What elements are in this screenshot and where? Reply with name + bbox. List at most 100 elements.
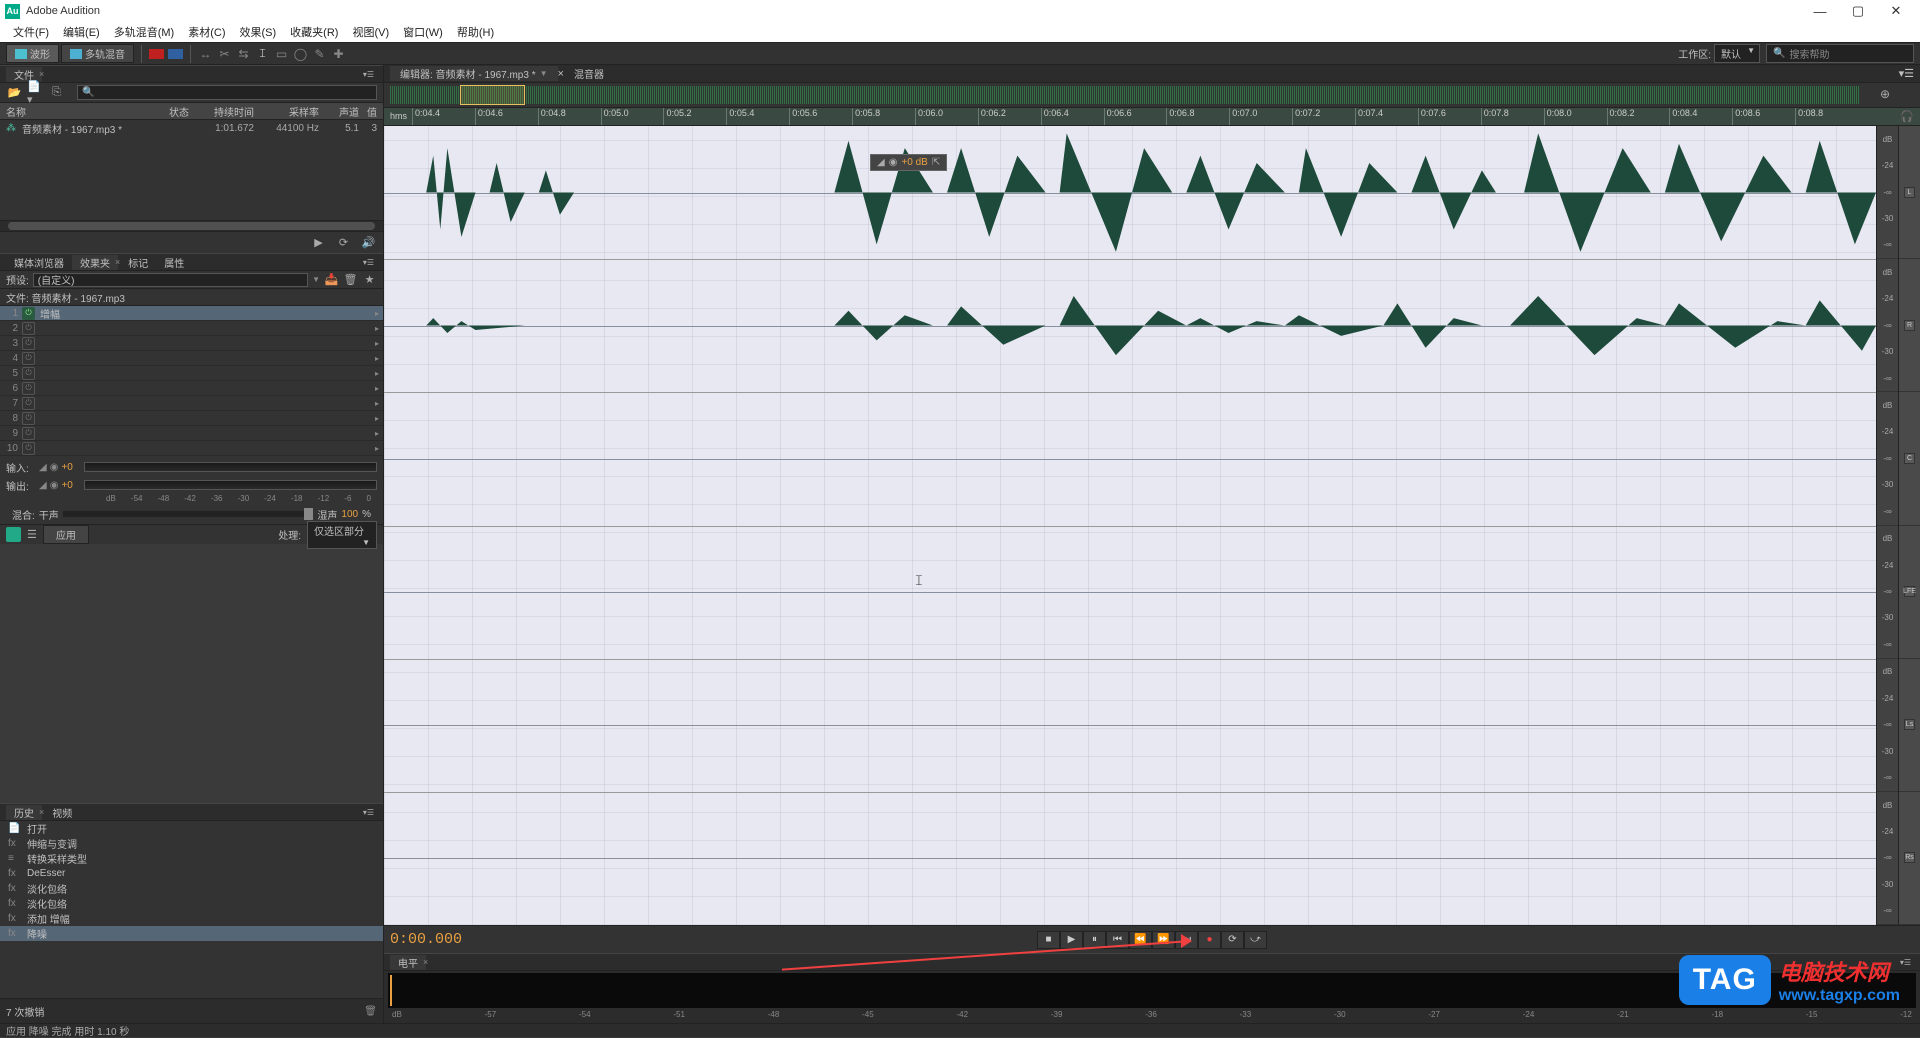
tab-properties[interactable]: 属性 [156, 255, 192, 270]
tab-levels[interactable]: 电平 [390, 955, 426, 970]
preset-select[interactable]: (自定义) [33, 273, 308, 287]
record-button[interactable]: ● [1198, 931, 1221, 949]
tab-video[interactable]: 视频 [44, 805, 80, 820]
tab-history[interactable]: 历史 [6, 805, 42, 820]
fx-slot[interactable]: 10⏻▸ [0, 441, 383, 456]
power-icon[interactable]: ⏻ [22, 412, 35, 425]
menu-edit[interactable]: 编辑(E) [56, 24, 107, 40]
nav-overview[interactable]: ⊕ [384, 83, 1920, 108]
panel-menu-icon[interactable]: ▾☰ [1899, 67, 1914, 80]
spectral-blue-icon[interactable] [167, 45, 184, 62]
power-icon[interactable]: ⏻ [22, 352, 35, 365]
close-icon[interactable]: × [423, 957, 428, 967]
skip-selection-button[interactable]: ⤻ [1244, 931, 1267, 949]
timecode[interactable]: 0:00.000 [390, 931, 462, 948]
close-button[interactable]: ✕ [1877, 0, 1915, 22]
waveform-area[interactable]: ◢ ◉ +0 dB ⇱ 𝙸 dB-24-∞-30-∞dB-24-∞-30-∞dB… [384, 126, 1920, 925]
fx-slot[interactable]: 1⏻增幅▸ [0, 306, 383, 321]
mix-pct[interactable]: 100 [341, 509, 358, 520]
tab-editor[interactable]: 编辑器: 音频素材 - 1967.mp3 * ▼ [390, 66, 558, 81]
hud-pin-icon[interactable]: ⇱ [932, 157, 940, 168]
power-icon[interactable]: ⏻ [22, 337, 35, 350]
mode-waveform-button[interactable]: 波形 [6, 44, 59, 63]
files-search-input[interactable]: 🔍 [77, 85, 377, 100]
fx-power-icon[interactable] [6, 527, 21, 542]
tool-heal-icon[interactable]: ✚ [330, 45, 347, 62]
history-item[interactable]: fx伸缩与变调 [0, 836, 383, 851]
channel-label[interactable]: Ls [1899, 659, 1920, 792]
history-item[interactable]: 📄打开 [0, 821, 383, 836]
channel-label[interactable]: C [1899, 392, 1920, 525]
spectral-red-icon[interactable] [148, 45, 165, 62]
file-row[interactable]: ⁂ 音频素材 - 1967.mp3 * 1:01.672 44100 Hz 5.… [0, 120, 383, 137]
output-value[interactable]: +0 [61, 480, 81, 491]
output-knob-icon[interactable]: ◉ [50, 480, 59, 491]
play-preview-icon[interactable]: ▶ [310, 235, 327, 250]
apply-button[interactable]: 应用 [43, 525, 89, 544]
menu-window[interactable]: 窗口(W) [396, 24, 450, 40]
tool-brush-icon[interactable]: ✎ [311, 45, 328, 62]
power-icon[interactable]: ⏻ [22, 382, 35, 395]
hud-value[interactable]: +0 dB [901, 157, 927, 168]
history-item[interactable]: fx淡化包络 [0, 881, 383, 896]
play-button[interactable]: ▶ [1060, 931, 1083, 949]
fx-slot[interactable]: 8⏻▸ [0, 411, 383, 426]
tab-markers[interactable]: 标记 [120, 255, 156, 270]
chevron-right-icon[interactable]: ▸ [375, 354, 379, 363]
chevron-right-icon[interactable]: ▸ [375, 309, 379, 318]
new-file-icon[interactable]: 📄▾ [27, 85, 44, 100]
menu-multitrack[interactable]: 多轨混音(M) [107, 24, 182, 40]
col-channels[interactable]: 声道 [319, 104, 359, 119]
power-icon[interactable]: ⏻ [22, 442, 35, 455]
tool-lasso-icon[interactable]: ◯ [292, 45, 309, 62]
history-item[interactable]: ≡转换采样类型 [0, 851, 383, 866]
power-icon[interactable]: ⏻ [22, 367, 35, 380]
fx-slot[interactable]: 3⏻▸ [0, 336, 383, 351]
tool-slip-icon[interactable]: ⇆ [235, 45, 252, 62]
col-status[interactable]: 状态 [149, 104, 189, 119]
chevron-right-icon[interactable]: ▸ [375, 399, 379, 408]
panel-menu-icon[interactable]: ▾☰ [363, 70, 374, 79]
fast-forward-button[interactable]: ⏩ [1152, 931, 1175, 949]
history-item[interactable]: fxDeEsser [0, 866, 383, 881]
panel-menu-icon[interactable]: ▾☰ [1900, 958, 1911, 967]
timeline-ruler[interactable]: hms 0:04.40:04.60:04.80:05.00:05.20:05.4… [384, 108, 1920, 126]
mode-multitrack-button[interactable]: 多轨混音 [61, 44, 134, 63]
hud-knob-icon[interactable]: ◉ [889, 157, 898, 168]
chevron-down-icon[interactable]: ▼ [540, 69, 548, 78]
power-icon[interactable]: ⏻ [22, 397, 35, 410]
chevron-right-icon[interactable]: ▸ [375, 369, 379, 378]
chevron-right-icon[interactable]: ▸ [375, 414, 379, 423]
channel-label[interactable]: Rs [1899, 792, 1920, 925]
tool-marquee-icon[interactable]: ▭ [273, 45, 290, 62]
menu-view[interactable]: 视图(V) [345, 24, 396, 40]
history-item[interactable]: fx添加 增幅 [0, 911, 383, 926]
files-scrollbar[interactable] [0, 220, 383, 231]
process-select[interactable]: 仅选区部分 ▼ [307, 521, 377, 549]
fx-slot[interactable]: 2⏻▸ [0, 321, 383, 336]
power-icon[interactable]: ⏻ [22, 307, 35, 320]
power-icon[interactable]: ⏻ [22, 427, 35, 440]
chevron-right-icon[interactable]: ▸ [375, 384, 379, 393]
zoom-icon[interactable]: ⊕ [1880, 87, 1890, 101]
delete-history-icon[interactable]: 🗑 [364, 1006, 377, 1017]
channel-label[interactable]: LFE [1899, 526, 1920, 659]
tab-mixer[interactable]: 混音器 [564, 66, 614, 81]
menu-help[interactable]: 帮助(H) [450, 24, 501, 40]
tab-media-browser[interactable]: 媒体浏览器 [6, 255, 72, 270]
history-item[interactable]: fx降噪 [0, 926, 383, 941]
menu-effects[interactable]: 效果(S) [233, 24, 284, 40]
fx-slot[interactable]: 6⏻▸ [0, 381, 383, 396]
mix-slider[interactable] [63, 511, 314, 517]
volume-hud[interactable]: ◢ ◉ +0 dB ⇱ [870, 154, 947, 171]
loop-preview-icon[interactable]: ⟳ [335, 235, 352, 250]
power-icon[interactable]: ⏻ [22, 322, 35, 335]
fx-slot[interactable]: 4⏻▸ [0, 351, 383, 366]
chevron-right-icon[interactable]: ▸ [375, 444, 379, 453]
menu-clip[interactable]: 素材(C) [181, 24, 232, 40]
input-knob-icon[interactable]: ◉ [50, 462, 59, 473]
col-extra[interactable]: 值 [359, 104, 377, 119]
panel-menu-icon[interactable]: ▾☰ [363, 808, 374, 817]
menu-favorites[interactable]: 收藏夹(R) [283, 24, 345, 40]
workspace-select[interactable]: 默认 ▼ [1714, 44, 1760, 63]
